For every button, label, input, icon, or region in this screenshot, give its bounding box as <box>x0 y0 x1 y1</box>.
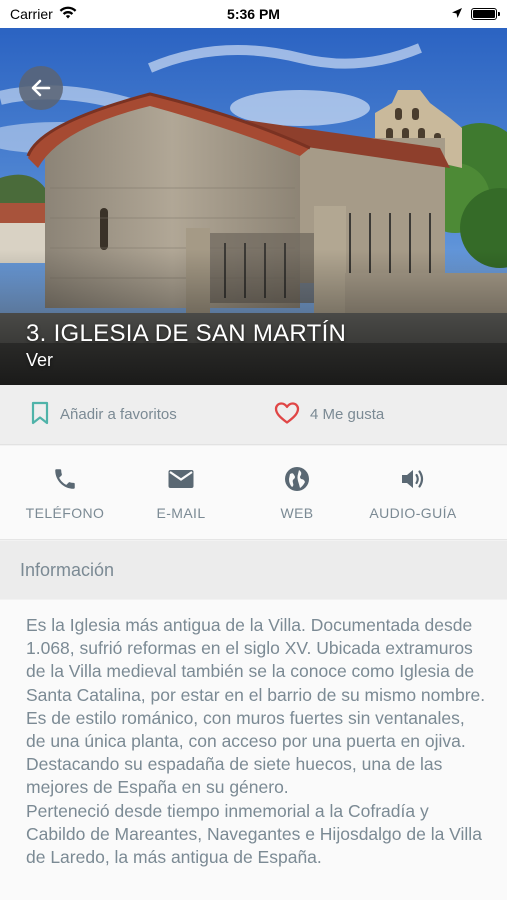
phone-icon <box>52 466 78 497</box>
info-section-header: Información <box>0 541 507 599</box>
battery-icon <box>471 8 500 20</box>
audio-guide-button[interactable]: AUDIO-GUÍA <box>363 466 463 521</box>
bookmark-icon <box>30 401 50 429</box>
hero-image: 3. IGLESIA DE SAN MARTÍN Ver <box>0 28 507 385</box>
email-label: E-MAIL <box>156 505 206 521</box>
phone-label: TELÉFONO <box>25 505 105 521</box>
add-to-favorites-label: Añadir a favoritos <box>60 406 177 423</box>
info-section-body: Es la Iglesia más antigua de la Villa. D… <box>0 600 507 900</box>
phone-button[interactable]: TELÉFONO <box>22 466 108 521</box>
place-title: 3. IGLESIA DE SAN MARTÍN <box>26 320 347 347</box>
speaker-icon <box>399 466 427 497</box>
description-paragraph: Perteneció desde tiempo inmemorial a la … <box>26 800 482 868</box>
view-link[interactable]: Ver <box>26 350 53 371</box>
status-left: Carrier <box>10 6 77 22</box>
add-to-favorites-button[interactable]: Añadir a favoritos <box>30 401 177 429</box>
contact-options: TELÉFONO E-MAIL WEB AUDIO-GUÍA <box>0 446 507 540</box>
carrier-label: Carrier <box>10 6 53 22</box>
audio-guide-label: AUDIO-GUÍA <box>369 505 457 521</box>
like-button[interactable]: 4 Me gusta <box>274 401 384 429</box>
email-button[interactable]: E-MAIL <box>146 466 216 521</box>
back-button[interactable] <box>19 66 63 110</box>
mail-icon <box>167 466 195 497</box>
likes-count-label: 4 Me gusta <box>310 406 385 423</box>
web-label: WEB <box>280 505 314 521</box>
location-arrow-icon <box>451 6 463 22</box>
actions-bar: Añadir a favoritos 4 Me gusta <box>0 385 507 445</box>
description-paragraph: Es la Iglesia más antigua de la Villa. D… <box>26 615 486 705</box>
description-paragraph: Es de estilo románico, con muros fuertes… <box>26 707 466 798</box>
heart-icon <box>274 401 300 429</box>
description-text: Es la Iglesia más antigua de la Villa. D… <box>0 600 507 869</box>
globe-icon <box>284 466 310 497</box>
wifi-icon <box>59 6 77 22</box>
arrow-left-icon <box>30 77 52 99</box>
status-right <box>451 6 500 22</box>
web-button[interactable]: WEB <box>262 466 332 521</box>
status-bar: Carrier 5:36 PM <box>0 0 507 28</box>
